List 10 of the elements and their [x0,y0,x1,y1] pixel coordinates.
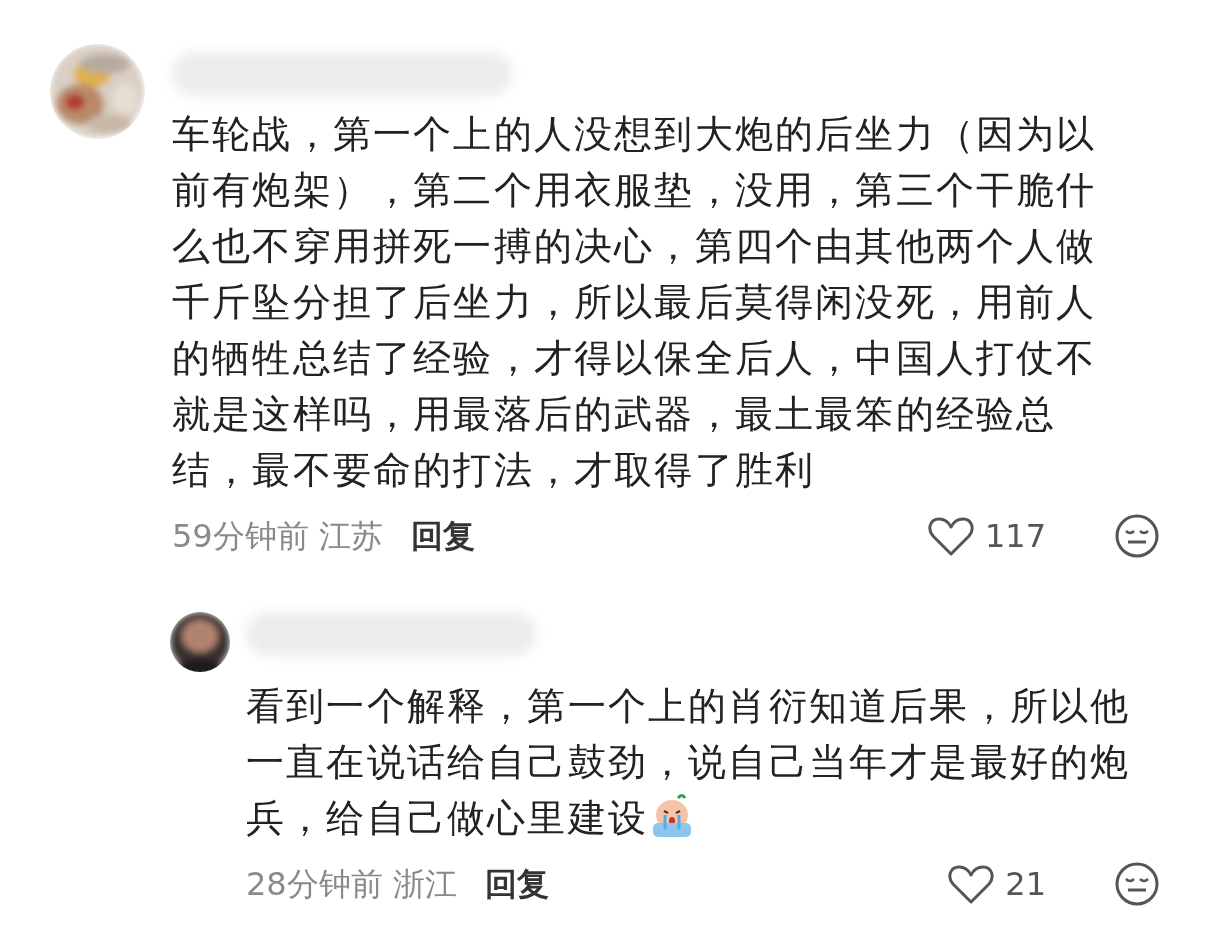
comment-text: 车轮战，第一个上的人没想到大炮的后坐力（因为以前有炮架），第二个用衣服垫，没用，第三个干脆什么也不穿用拼死一搏的决心，第四个由其他两个人做千斤坠分担了后坐力，所以最后莫得闲没死，用前人的牺牲总结了经验，才得以保全后人，中国人打仗不就是这样吗，用最落后的武器，最土最笨的经验总结，最不要命的打法，才取得了胜利 [172,111,1098,494]
like-count: 21 [1005,864,1046,905]
comment-text: 看到一个解释，第一个上的肖衍知道后果，所以他一直在说话给自己鼓劲，说自己当年才是最好的炮兵，给自己做心里建设 [246,683,1132,842]
reply-link[interactable]: 回复 [484,860,549,908]
reply-link[interactable]: 回复 [410,512,475,560]
comment-time: 59分钟前 江苏 [172,516,383,557]
face-icon[interactable] [1114,513,1160,559]
like-count: 117 [984,516,1046,557]
face-icon[interactable] [1114,861,1160,907]
comment-time: 28分钟前 浙江 [246,864,457,905]
